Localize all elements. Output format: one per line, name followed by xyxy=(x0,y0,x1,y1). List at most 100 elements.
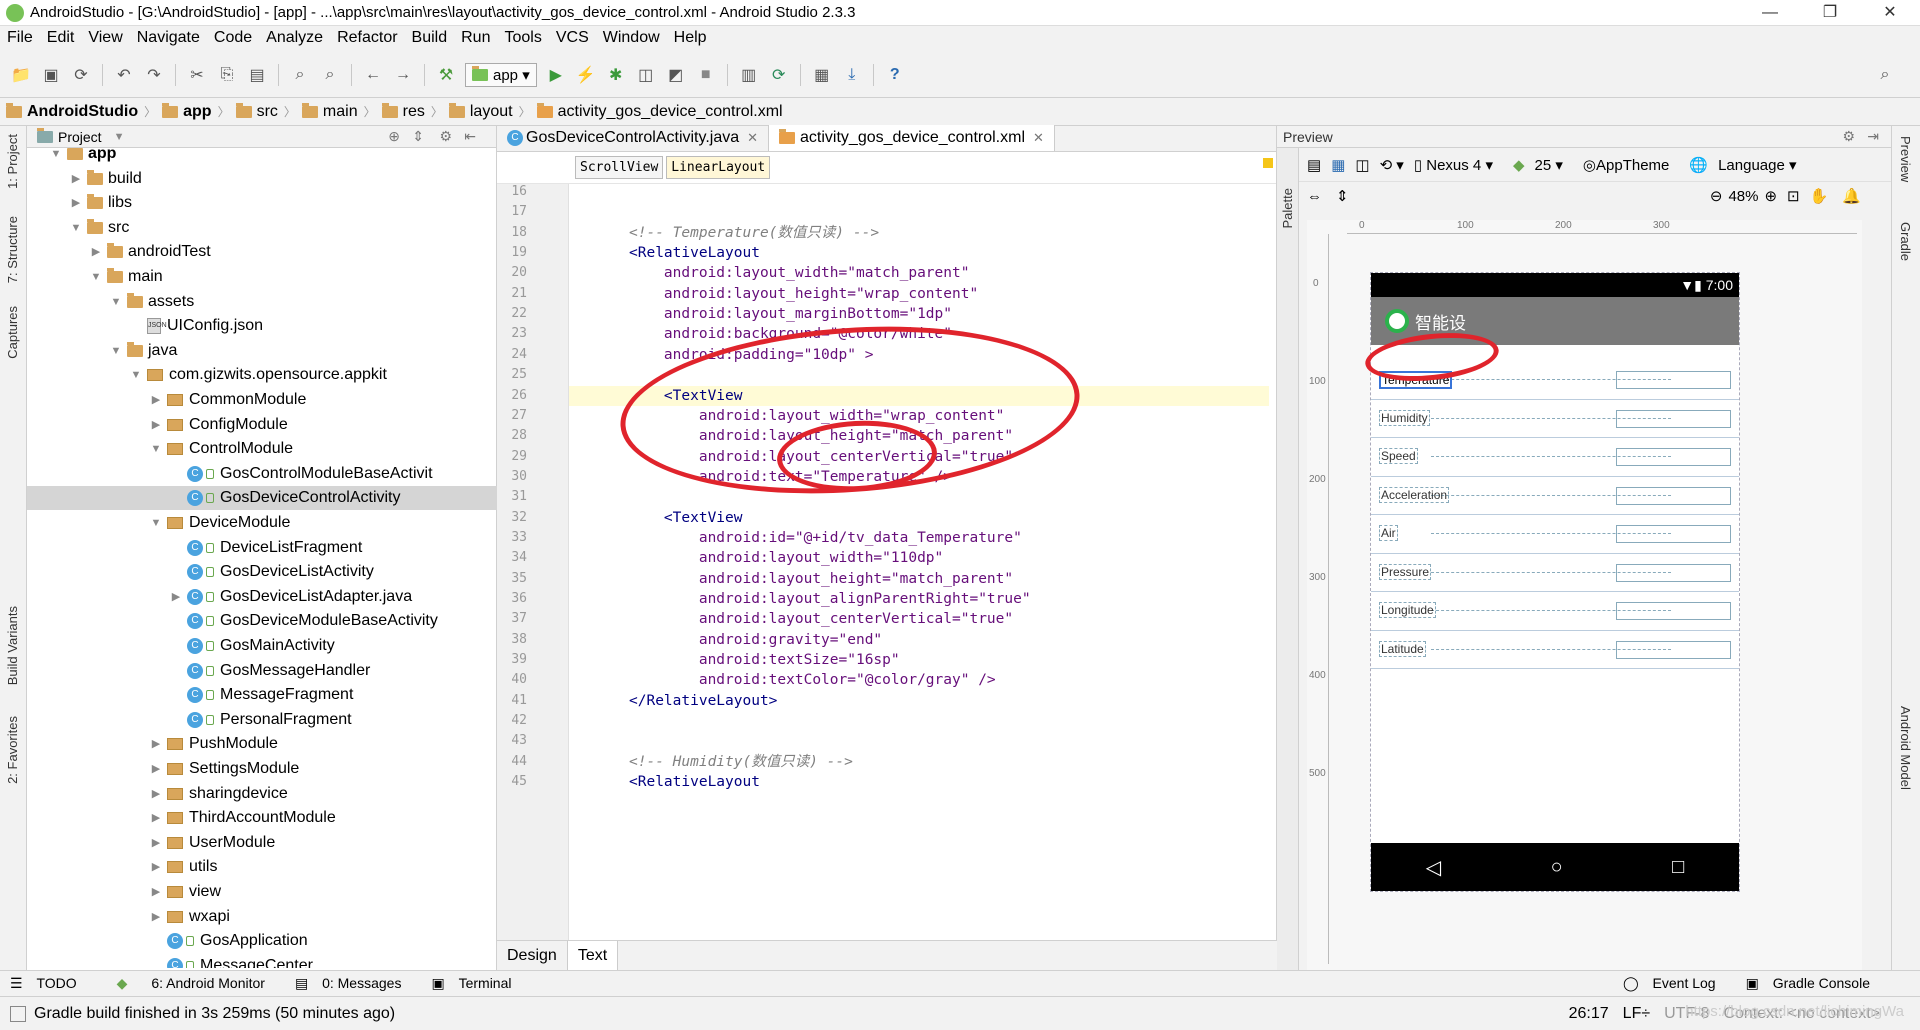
tree-item[interactable]: ▼ java xyxy=(27,339,497,363)
profile-icon[interactable]: ◫ xyxy=(635,64,657,86)
language-select[interactable]: 🌐 Language ▾ xyxy=(1689,156,1806,174)
make-project-icon[interactable]: ⚒ xyxy=(435,64,457,86)
tree-item[interactable]: ▶ CommonModule xyxy=(27,388,497,412)
collapsed-arrow-icon[interactable]: ▶ xyxy=(149,880,163,904)
code-line[interactable]: android:layout_height="match_parent" xyxy=(569,569,1269,589)
pan-icon[interactable]: ✋ xyxy=(1810,187,1829,205)
both-mode-icon[interactable]: ◫ xyxy=(1355,156,1369,174)
tree-item[interactable]: ▼ ControlModule xyxy=(27,437,497,461)
tree-item[interactable]: C PersonalFragment xyxy=(27,708,497,732)
code-line[interactable]: android:textSize="16sp" xyxy=(569,650,1269,670)
tree-item[interactable]: ▶ utils xyxy=(27,855,497,879)
apply-changes-icon[interactable]: ⚡ xyxy=(575,64,597,86)
resize-horizontal-icon[interactable]: ⇔ xyxy=(1307,188,1322,205)
menu-file[interactable]: File xyxy=(0,29,40,47)
code-line[interactable]: android:layout_height="wrap_content" xyxy=(569,284,1269,304)
maximize-button[interactable]: ❐ xyxy=(1800,0,1860,26)
collapsed-arrow-icon[interactable]: ▶ xyxy=(69,167,83,191)
android-model-tool-tab[interactable]: Android Model xyxy=(1898,706,1913,790)
collapsed-arrow-icon[interactable]: ▶ xyxy=(149,782,163,806)
device-select[interactable]: ▯ Nexus 4 ▾ xyxy=(1414,156,1503,174)
copy-icon[interactable]: ⎘ xyxy=(216,64,238,86)
tool-windows-toggle-icon[interactable] xyxy=(10,1005,26,1022)
code-line[interactable]: android:textColor="@color/gray" /> xyxy=(569,670,1269,690)
run-config-select[interactable]: app ▾ xyxy=(465,62,537,87)
tree-item[interactable]: ▼ app xyxy=(27,148,497,166)
locate-icon[interactable]: ⊕ xyxy=(388,128,400,145)
tree-item[interactable]: C GosApplication xyxy=(27,929,497,953)
expanded-arrow-icon[interactable]: ▼ xyxy=(109,290,123,314)
tree-item[interactable]: C GosControlModuleBaseActivit xyxy=(27,462,497,486)
back-icon[interactable]: ← xyxy=(362,64,384,86)
code-line[interactable] xyxy=(569,711,1269,731)
todo-tool-button[interactable]: ☰ TODO xyxy=(10,975,87,992)
tree-item[interactable]: JSON UIConfig.json xyxy=(27,314,497,338)
tree-item[interactable]: ▶ sharingdevice xyxy=(27,782,497,806)
resize-vertical-icon[interactable]: ⇕ xyxy=(1336,187,1349,205)
theme-select[interactable]: ◎AppTheme xyxy=(1583,156,1679,174)
search-everywhere-icon[interactable]: ⌕ xyxy=(1874,64,1896,86)
palette-tab[interactable]: Palette xyxy=(1280,188,1295,228)
tree-item[interactable]: ▶ PushModule xyxy=(27,732,497,756)
close-button[interactable]: ✕ xyxy=(1860,0,1920,26)
sdk-manager-icon[interactable]: ⤓ xyxy=(841,64,863,86)
menu-vcs[interactable]: VCS xyxy=(549,29,596,47)
blueprint-mode-icon[interactable]: ▦ xyxy=(1331,156,1345,174)
code-line[interactable]: android:layout_marginBottom="1dp" xyxy=(569,304,1269,324)
menu-tools[interactable]: Tools xyxy=(497,29,548,47)
preview-row[interactable]: Longitude xyxy=(1371,592,1739,631)
tree-item[interactable]: C GosMainActivity xyxy=(27,634,497,658)
expanded-arrow-icon[interactable]: ▼ xyxy=(109,339,123,363)
tab-text[interactable]: Text xyxy=(567,941,619,970)
collapsed-arrow-icon[interactable]: ▶ xyxy=(89,240,103,264)
code-line[interactable] xyxy=(569,202,1269,222)
tree-item[interactable]: ▶ ConfigModule xyxy=(27,413,497,437)
gradle-console-tool-button[interactable]: ▣ Gradle Console xyxy=(1746,975,1880,992)
notification-icon[interactable]: 🔔 xyxy=(1842,187,1861,205)
project-tool-tab[interactable]: 1: Project xyxy=(5,134,20,189)
preview-row[interactable]: Speed xyxy=(1371,438,1739,477)
expanded-arrow-icon[interactable]: ▼ xyxy=(49,148,63,166)
captures-tool-tab[interactable]: Captures xyxy=(5,306,20,359)
breadcrumb-item[interactable]: layout xyxy=(443,102,519,121)
preview-row[interactable]: Acceleration xyxy=(1371,477,1739,515)
collapse-icon[interactable]: ⇕ xyxy=(412,128,424,145)
zoom-in-icon[interactable]: ⊕ xyxy=(1764,187,1777,205)
code-line[interactable] xyxy=(569,184,1269,202)
preview-canvas[interactable]: 0 100 200 300 0 100 200 300 400 500 ▼▮ 7… xyxy=(1307,220,1862,970)
chevron-down-icon[interactable]: ▼ xyxy=(114,131,125,143)
collapsed-arrow-icon[interactable]: ▶ xyxy=(149,757,163,781)
gear-icon[interactable]: ⚙ xyxy=(1842,128,1855,145)
terminal-tool-button[interactable]: ▣ Terminal xyxy=(431,975,521,992)
tree-item[interactable]: C GosDeviceControlActivity xyxy=(27,486,497,511)
code-line[interactable]: android:layout_width="110dp" xyxy=(569,548,1269,568)
tree-item[interactable]: ▶ androidTest xyxy=(27,240,497,264)
code-line[interactable]: <RelativeLayout xyxy=(569,772,1269,792)
replace-icon[interactable]: ⌕ xyxy=(319,64,341,86)
breadcrumb-item[interactable]: app xyxy=(156,102,217,121)
collapsed-arrow-icon[interactable]: ▶ xyxy=(69,191,83,215)
back-nav-icon[interactable]: ◁ xyxy=(1426,855,1441,880)
tree-item[interactable]: C GosMessageHandler xyxy=(27,659,497,683)
collapsed-arrow-icon[interactable]: ▶ xyxy=(149,831,163,855)
code-line[interactable]: </RelativeLayout> xyxy=(569,691,1269,711)
attach-debugger-icon[interactable]: ◩ xyxy=(665,64,687,86)
expanded-arrow-icon[interactable]: ▼ xyxy=(129,363,143,387)
minimize-button[interactable]: — xyxy=(1740,0,1800,26)
tree-item[interactable]: ▶ build xyxy=(27,167,497,191)
menu-navigate[interactable]: Navigate xyxy=(130,29,207,47)
tree-item[interactable]: ▼ src xyxy=(27,216,497,240)
menu-build[interactable]: Build xyxy=(405,29,455,47)
open-folder-icon[interactable]: 📁 xyxy=(10,64,32,86)
preview-row[interactable]: Air xyxy=(1371,515,1739,554)
close-icon[interactable]: ✕ xyxy=(1033,130,1044,146)
tree-item[interactable]: C DeviceListFragment xyxy=(27,536,497,560)
stop-icon[interactable]: ■ xyxy=(695,64,717,86)
collapsed-arrow-icon[interactable]: ▶ xyxy=(149,732,163,756)
analysis-status-icon[interactable] xyxy=(1263,158,1273,168)
breadcrumb-item[interactable]: res xyxy=(376,102,431,121)
collapsed-arrow-icon[interactable]: ▶ xyxy=(149,388,163,412)
code-line[interactable]: <RelativeLayout xyxy=(569,243,1269,263)
event-log-tool-button[interactable]: ◯ Event Log xyxy=(1623,975,1726,992)
android-monitor-tool-button[interactable]: ◆ 6: Android Monitor xyxy=(107,975,275,992)
